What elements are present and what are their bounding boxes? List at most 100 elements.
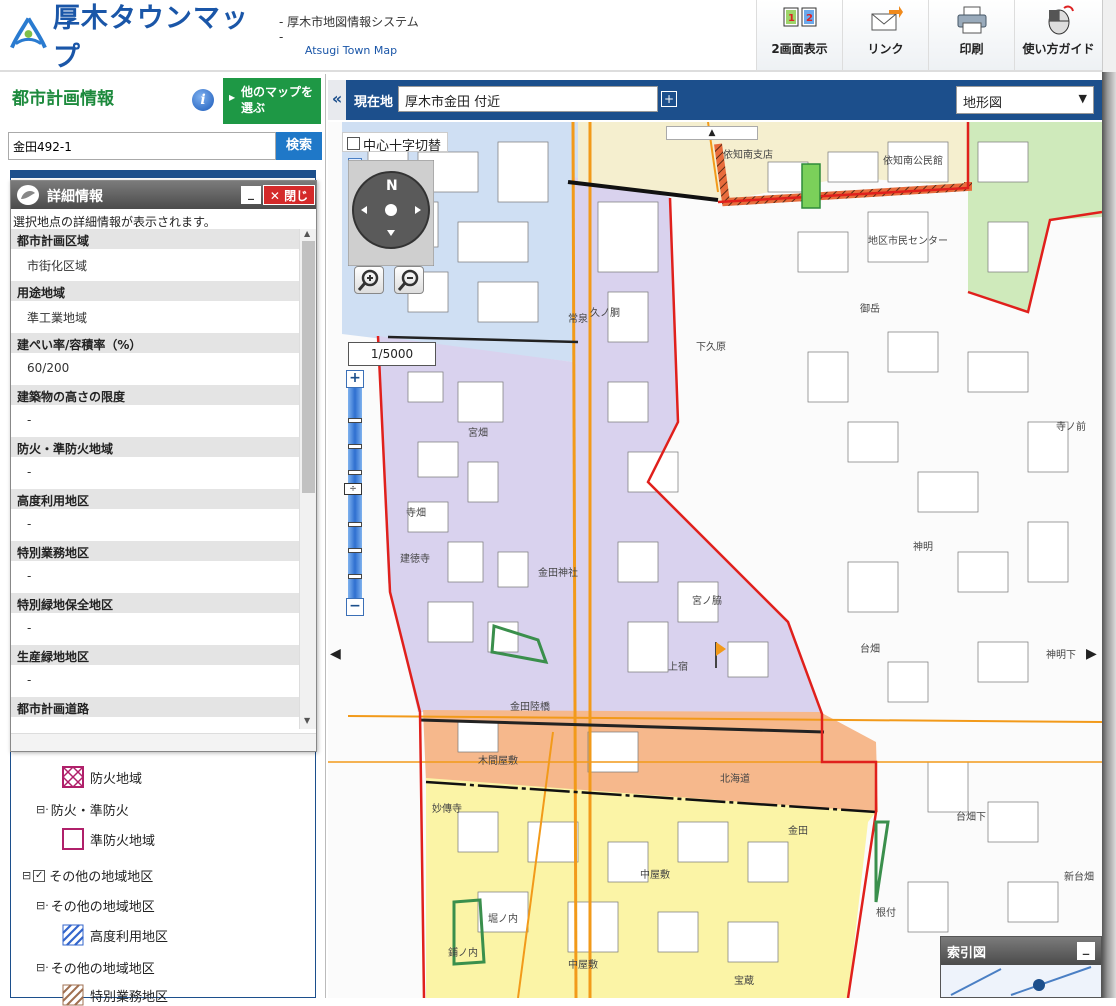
- map-canvas[interactable]: 依知南支店 依知南公民館 地区市民センター 下久原 久ノ胴 宮畑 寺畑 建徳寺 …: [328, 122, 1102, 998]
- link-button[interactable]: リンク: [842, 0, 928, 70]
- map-label: 神明下: [1046, 648, 1076, 661]
- center-cross-toggle[interactable]: 中心十字切替: [342, 132, 449, 154]
- layer-tabs[interactable]: [10, 170, 316, 178]
- detail-row-header: 生産緑地地区: [11, 645, 299, 665]
- link-label: リンク: [867, 42, 904, 56]
- map-label: 寺畑: [406, 506, 426, 519]
- pan-right-icon[interactable]: ▶: [1086, 646, 1097, 662]
- index-map-title: 索引図: [947, 946, 987, 961]
- index-map-thumbnail[interactable]: [941, 965, 1101, 997]
- crosshair-icon[interactable]: +: [661, 91, 677, 107]
- scale-display: 1/5000: [348, 342, 436, 366]
- collapse-icon[interactable]: ⊟·: [36, 803, 49, 816]
- zoom-slider-knob[interactable]: ÷: [344, 482, 362, 495]
- tree-item-fire-zone[interactable]: 防火地域: [62, 766, 142, 788]
- app-subtitle-en: Atsugi Town Map: [304, 44, 398, 57]
- map-type-value: 地形図: [963, 96, 1003, 111]
- detail-row-value: -: [27, 413, 32, 427]
- zoom-tick[interactable]: [348, 444, 362, 449]
- svg-text:2: 2: [806, 13, 813, 24]
- zoom-in-button[interactable]: [354, 266, 384, 294]
- mail-link-icon: [871, 6, 903, 31]
- detail-title: 詳細情報: [47, 189, 103, 205]
- tree-label: その他の地域地区: [49, 870, 154, 885]
- print-button[interactable]: 印刷: [928, 0, 1014, 70]
- zoom-tick[interactable]: [348, 522, 362, 527]
- scroll-thumb[interactable]: [302, 241, 315, 493]
- map-label: 堀ノ内: [488, 912, 518, 925]
- minimize-button[interactable]: _: [241, 186, 261, 204]
- collapse-panel-button[interactable]: «: [328, 80, 346, 120]
- map-label: 常泉: [568, 312, 588, 325]
- detail-info-icon: [17, 185, 39, 205]
- tree-item-quasi-fire-zone[interactable]: 準防火地域: [62, 828, 155, 850]
- detail-row-value: -: [27, 673, 32, 687]
- map-label: 神明: [913, 540, 933, 553]
- info-icon[interactable]: i: [192, 89, 214, 111]
- zoom-out-button[interactable]: [394, 266, 424, 294]
- tree-item-high-use[interactable]: 高度利用地区: [62, 924, 168, 946]
- detail-row-value: -: [27, 569, 32, 583]
- other-map-button[interactable]: 他のマップを選ぶ: [223, 78, 321, 124]
- tree-item-special-business[interactable]: 特別業務地区: [62, 984, 168, 1006]
- search-button[interactable]: 検索: [276, 132, 322, 160]
- dual-screen-button[interactable]: 12 2画面表示: [756, 0, 842, 70]
- detail-scrollbar[interactable]: ▲ ▼: [299, 229, 316, 729]
- search-input[interactable]: [8, 132, 276, 160]
- scroll-up-icon[interactable]: ▲: [304, 229, 310, 238]
- index-map-header[interactable]: 索引図 _: [941, 937, 1101, 965]
- minimize-button[interactable]: _: [1077, 942, 1095, 960]
- tree-group-fire[interactable]: ⊟· 防火・準防火: [36, 800, 129, 819]
- top-pan-handle[interactable]: ▲: [666, 126, 758, 140]
- detail-row-value: 市街化区域: [27, 259, 88, 273]
- tree-subgroup-other-districts[interactable]: ⊟· その他の地域地区: [36, 896, 155, 915]
- map-label: 依知南公民館: [883, 154, 943, 167]
- printer-icon: [957, 6, 986, 34]
- tree-label: 準防火地域: [90, 833, 156, 849]
- green-parcel: [801, 163, 821, 209]
- collapse-icon[interactable]: ⊟·: [36, 961, 49, 974]
- detail-row-value: [11, 717, 299, 729]
- map-label: 中屋敷: [640, 868, 670, 881]
- zoom-slider[interactable]: + ÷ −: [344, 370, 364, 616]
- logo-mark-icon: [10, 17, 47, 49]
- map-label: 宮畑: [468, 426, 488, 439]
- detail-resize-bar[interactable]: [11, 733, 316, 751]
- tree-group-other-districts[interactable]: ⊟ ✓ その他の地域地区: [22, 866, 153, 885]
- app-logo[interactable]: 厚木タウンマップ - 厚木市地図情報システム - Atsugi Town Map: [8, 3, 423, 73]
- mouse-guide-icon: [1048, 5, 1074, 35]
- map-label: 依知南支店: [723, 148, 773, 161]
- quasi-fire-zone-symbol-icon: [62, 828, 84, 850]
- dual-screen-label: 2画面表示: [771, 42, 828, 56]
- scroll-down-icon[interactable]: ▼: [304, 716, 310, 725]
- close-button[interactable]: ✕ 閉じる: [263, 185, 315, 223]
- tree-subgroup-other-districts-2[interactable]: ⊟· その他の地域地区: [36, 958, 155, 977]
- compass-pan-control[interactable]: N: [348, 160, 434, 266]
- zoom-tick[interactable]: [348, 548, 362, 553]
- zoom-tick[interactable]: [348, 574, 362, 579]
- map-label: 建徳寺: [400, 552, 430, 565]
- zoom-slider-plus[interactable]: +: [346, 370, 364, 388]
- collapse-icon[interactable]: ⊟: [22, 869, 31, 882]
- map-label: 中屋敷: [568, 958, 598, 971]
- map-label: 鋪ノ内: [448, 946, 478, 959]
- zoom-slider-minus[interactable]: −: [346, 598, 364, 616]
- special-business-symbol-icon: [62, 984, 84, 1006]
- zoom-tick[interactable]: [348, 418, 362, 423]
- window-edge: [1102, 72, 1116, 998]
- guide-button[interactable]: 使い方ガイド: [1014, 0, 1102, 70]
- detail-header[interactable]: 詳細情報 _ ✕ 閉じる: [11, 181, 316, 223]
- layer-checkbox[interactable]: ✓: [33, 869, 46, 882]
- pan-left-icon[interactable]: ◀: [330, 646, 341, 662]
- detail-list: 都市計画区域 市街化区域 用途地域 準工業地域 建ぺい率/容積率（%） 60/200 建築物…: [11, 229, 299, 729]
- map-toolbar: « 現在地 厚木市金田 付近 + 地形図 ▼: [328, 80, 1102, 120]
- map-label: 台畑: [860, 642, 880, 655]
- zoom-tick[interactable]: [348, 470, 362, 475]
- detail-row-value: -: [27, 621, 32, 635]
- map-label: 寺ノ前: [1056, 420, 1086, 433]
- map-label: 妙傳寺: [432, 802, 462, 815]
- collapse-icon[interactable]: ⊟·: [36, 899, 49, 912]
- map-type-select[interactable]: 地形図 ▼: [956, 86, 1094, 114]
- fire-zone-symbol-icon: [62, 766, 84, 788]
- tree-label: その他の地域地区: [50, 900, 155, 915]
